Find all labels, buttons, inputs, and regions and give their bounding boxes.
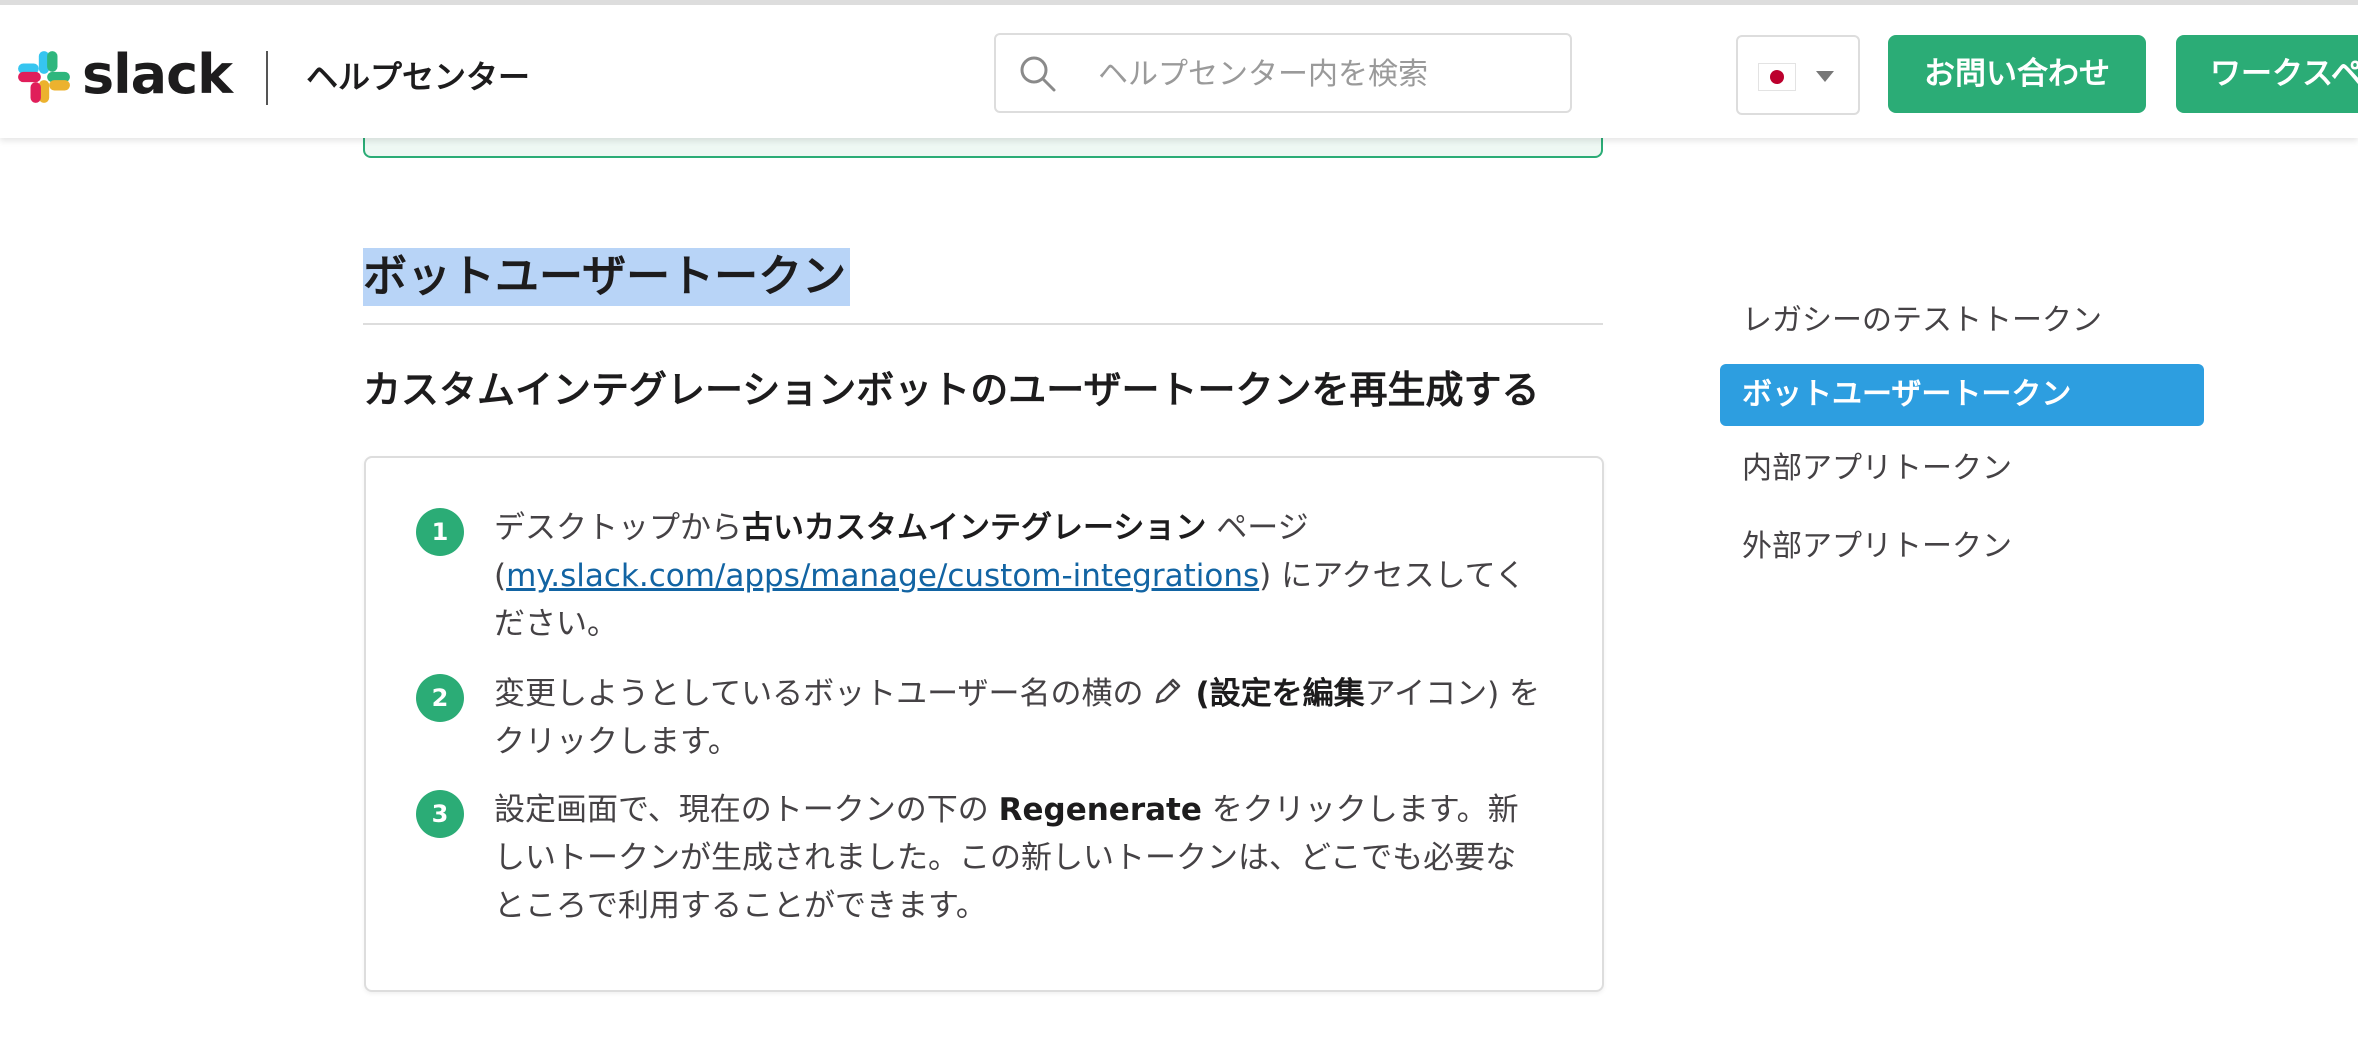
top-header: slack ヘルプセンター お問い合わせ ワークスペース [0, 0, 2358, 138]
search-input[interactable] [1096, 49, 1560, 99]
regenerate-bold: Regenerate [998, 792, 1202, 828]
japan-flag-icon [1758, 63, 1796, 91]
step-number: 2 [416, 674, 464, 722]
pencil-icon [1156, 678, 1181, 704]
workspace-button[interactable]: ワークスペース [2176, 35, 2358, 113]
section-title: ボットユーザートークン [363, 248, 851, 306]
step-text: 設定画面で、現在のトークンの下の Regenerate をクリックします。新しい… [494, 786, 1544, 930]
brand-wordmark[interactable]: slack [82, 35, 233, 115]
step-number: 1 [416, 508, 464, 556]
step-text-part: ( [1195, 676, 1210, 712]
step-text: デスクトップから古いカスタムインテグレーション ページ (my.slack.co… [494, 504, 1544, 648]
help-center-link[interactable]: ヘルプセンター [306, 49, 530, 105]
page-name-bold: 古いカスタムインテグレーション [742, 510, 1207, 546]
search-icon [1020, 56, 1056, 92]
help-page: slack ヘルプセンター お問い合わせ ワークスペース ボットユーザートークン… [0, 0, 2358, 1062]
step-text-part: 変更しようとしているボットユーザー名の横の [494, 676, 1144, 712]
sub-title: カスタムインテグレーションボットのユーザートークンを再生成する [363, 368, 1540, 412]
slack-logo-icon[interactable] [16, 49, 72, 105]
language-selector[interactable] [1736, 35, 1860, 115]
custom-integrations-link[interactable]: my.slack.com/apps/manage/custom-integrat… [506, 558, 1259, 594]
edit-settings-bold: 設定を編集 [1209, 676, 1365, 712]
toc-item-legacy-test-token[interactable]: レガシーのテストトークン [1720, 290, 2204, 352]
section-divider [363, 323, 1603, 325]
contact-button[interactable]: お問い合わせ [1888, 35, 2146, 113]
step-text-part: 設定画面で、現在のトークンの下の [494, 792, 999, 828]
step-number: 3 [416, 790, 464, 838]
step-text: 変更しようとしているボットユーザー名の横の (設定を編集アイコン) をクリックし… [494, 670, 1544, 766]
steps-card: 1 デスクトップから古いカスタムインテグレーション ページ (my.slack.… [364, 456, 1604, 992]
toc-item-internal-app-token[interactable]: 内部アプリトークン [1720, 438, 2204, 500]
toc-item-bot-user-token[interactable]: ボットユーザートークン [1720, 364, 2204, 426]
chevron-down-icon [1816, 71, 1834, 82]
search-box[interactable] [994, 33, 1572, 113]
step-text-part: デスクトップから [494, 510, 742, 546]
toc-item-external-app-token[interactable]: 外部アプリトークン [1720, 516, 2204, 578]
header-divider [266, 51, 268, 105]
